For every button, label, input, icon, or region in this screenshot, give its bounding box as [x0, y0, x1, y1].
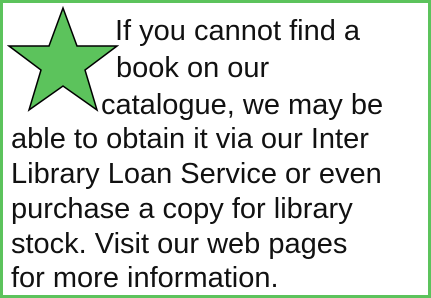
notice-line-1: If you cannot find a — [115, 15, 361, 47]
notice-line-5: Library Loan Service or even — [11, 158, 382, 190]
notice-line-4: able to obtain it via our Inter — [11, 123, 369, 155]
notice-line-3: catalogue, we may be — [101, 89, 384, 121]
notice-line-2: book on our — [116, 52, 270, 84]
notice-line-8: for more information. — [11, 262, 279, 294]
info-notice-card: If you cannot find a book on our catalog… — [0, 0, 431, 298]
notice-line-6: purchase a copy for library — [11, 193, 353, 225]
notice-line-7: stock. Visit our web pages — [11, 228, 348, 260]
